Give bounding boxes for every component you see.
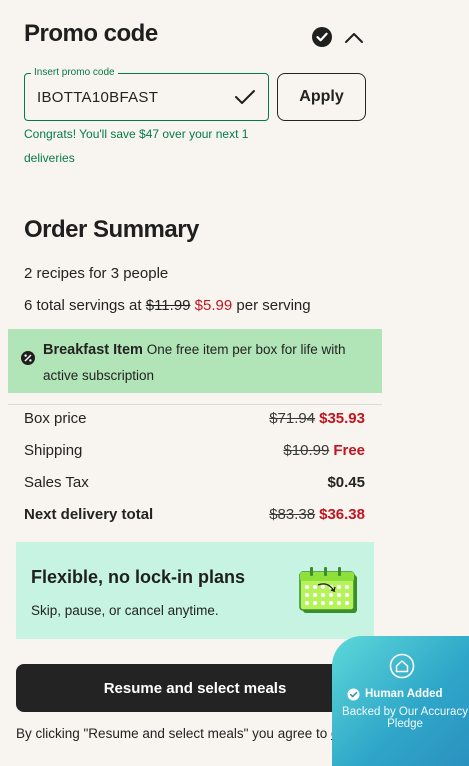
promo-code-value[interactable]: IBOTTA10BFAST: [37, 89, 158, 106]
breakfast-item-text: Breakfast Item One free item per box for…: [43, 337, 373, 388]
flexible-plans-subtitle: Skip, pause, or cancel anytime.: [31, 603, 219, 618]
calendar-icon: [298, 565, 360, 615]
flexible-plans-title: Flexible, no lock-in plans: [31, 567, 246, 587]
apply-button[interactable]: Apply: [277, 73, 366, 121]
box-price-label: Box price: [24, 410, 87, 427]
breakfast-item-title: Breakfast Item: [43, 342, 143, 358]
resume-and-select-meals-button[interactable]: Resume and select meals: [16, 664, 374, 712]
servings-old-price: $11.99: [145, 297, 191, 314]
legal-disclaimer: By clicking "Resume and select meals" yo…: [16, 726, 351, 741]
home-check-icon: [389, 653, 415, 679]
chevron-up-icon[interactable]: [343, 28, 365, 46]
promo-code-field-label: Insert promo code: [31, 67, 118, 78]
next-delivery-total-label: Next delivery total: [24, 506, 154, 523]
shipping-old: $10.99: [283, 442, 330, 459]
next-delivery-total-new: $36.38: [319, 506, 365, 523]
recipes-count: 2 recipes for 3 people: [24, 265, 169, 282]
box-price-old: $71.94: [269, 410, 316, 427]
box-price-new: $35.93: [319, 410, 365, 427]
promo-code-title: Promo code: [24, 20, 158, 47]
promo-valid-check-icon: [233, 86, 257, 108]
legal-prefix: By clicking "Resume and select meals" yo…: [16, 726, 328, 741]
shipping-new: Free: [333, 442, 365, 459]
next-delivery-total-old: $83.38: [269, 506, 316, 523]
servings-prefix: 6 total servings at: [24, 297, 142, 314]
promo-success-message: Congrats! You'll save $47 over your next…: [24, 127, 249, 165]
box-price-value: $71.94 $35.93: [269, 410, 365, 427]
order-summary-title: Order Summary: [24, 216, 199, 243]
pledge-title: Human Added: [365, 688, 443, 700]
check-circle-icon: [312, 27, 332, 47]
servings-suffix: per serving: [236, 297, 311, 314]
percent-badge-icon: [21, 351, 35, 365]
servings-line: 6 total servings at $11.99 $5.99 per ser…: [24, 297, 311, 314]
next-delivery-total-value: $83.38 $36.38: [269, 506, 365, 523]
verified-check-icon: [347, 688, 360, 701]
summary-divider: [8, 404, 382, 405]
servings-new-price: $5.99: [194, 297, 233, 314]
sales-tax-label: Sales Tax: [24, 474, 89, 491]
shipping-label: Shipping: [24, 442, 83, 459]
sales-tax-value: $0.45: [327, 474, 365, 491]
pledge-subtitle: Backed by Our Accuracy Pledge: [342, 706, 468, 730]
shipping-value: $10.99 Free: [283, 442, 365, 459]
